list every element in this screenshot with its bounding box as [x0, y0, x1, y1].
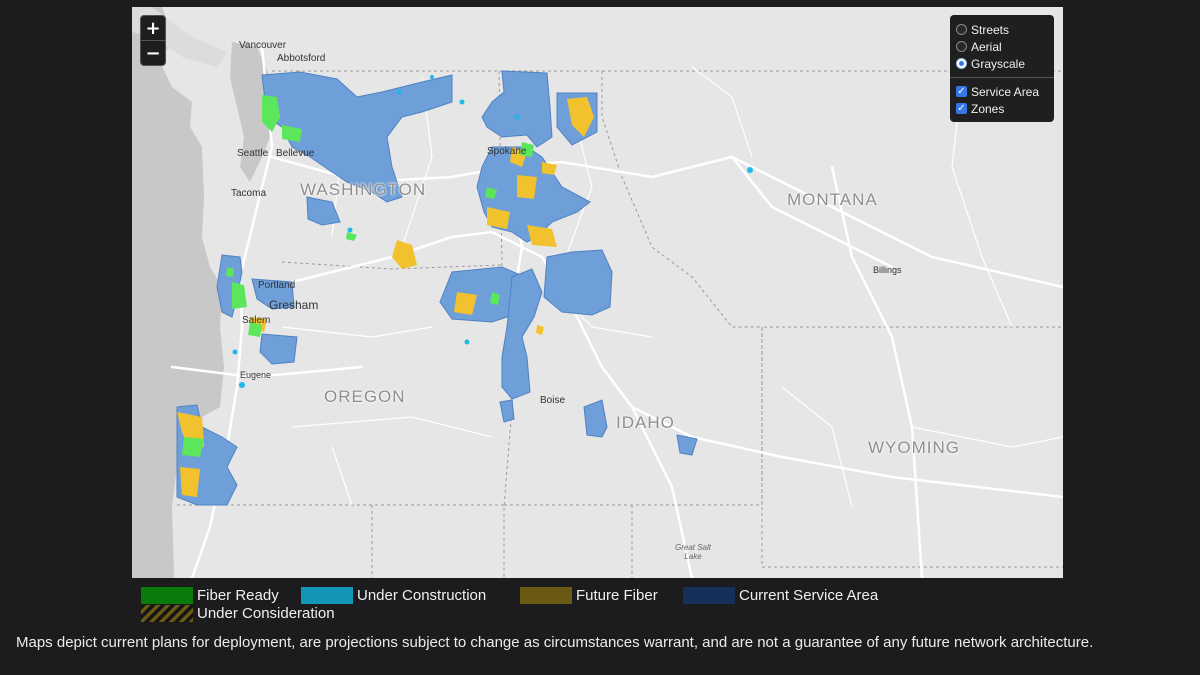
layer-aerial[interactable]: Aerial [956, 38, 1048, 55]
streets-radio-icon[interactable] [956, 24, 967, 35]
under-construction-swatch [301, 587, 353, 604]
label-oregon: OREGON [324, 387, 406, 406]
layer-divider [950, 77, 1054, 78]
zoom-in-button[interactable]: + [140, 15, 166, 41]
legend-label: Future Fiber [576, 587, 658, 604]
legend-fiber-ready: Fiber Ready [141, 587, 279, 604]
service-area-checkbox-icon[interactable]: ✓ [956, 86, 967, 97]
label-bellevue: Bellevue [276, 148, 315, 159]
label-idaho: IDAHO [616, 413, 675, 432]
fiber-ready-swatch [141, 587, 193, 604]
zoom-out-button[interactable]: − [140, 40, 166, 66]
label-billings: Billings [873, 265, 902, 275]
grayscale-radio-icon[interactable] [956, 58, 967, 69]
label-portland: Portland [258, 280, 296, 291]
map-canvas[interactable] [132, 7, 1063, 578]
legend-label: Under Consideration [197, 605, 335, 622]
legend-current-service-area: Current Service Area [683, 587, 878, 604]
label-great-salt-lake: Great Salt Lake [674, 543, 711, 561]
layer-label: Grayscale [971, 56, 1026, 71]
layer-label: Aerial [971, 39, 1002, 54]
legend-future-fiber: Future Fiber [520, 587, 658, 604]
label-gresham: Gresham [269, 298, 319, 312]
layer-control: Streets Aerial Grayscale ✓ Service Area … [950, 15, 1054, 122]
label-montana: MONTANA [787, 190, 878, 209]
label-boise: Boise [540, 395, 566, 406]
overlay-label: Service Area [971, 84, 1040, 99]
label-salem: Salem [242, 315, 271, 326]
aerial-radio-icon[interactable] [956, 41, 967, 52]
future-fiber-swatch [520, 587, 572, 604]
legend-under-construction: Under Construction [301, 587, 486, 604]
legend-under-consideration: Under Consideration [141, 605, 335, 622]
layer-label: Streets [971, 22, 1010, 37]
overlay-service-area[interactable]: ✓ Service Area [956, 83, 1048, 100]
under-consideration-swatch [141, 605, 193, 622]
map-view[interactable]: Vancouver Abbotsford Seattle Bellevue Ta… [132, 7, 1063, 578]
label-eugene: Eugene [240, 370, 272, 380]
current-service-area-swatch [683, 587, 735, 604]
legend-label: Fiber Ready [197, 587, 279, 604]
overlay-zones[interactable]: ✓ Zones [956, 100, 1048, 117]
legend-label: Under Construction [357, 587, 487, 604]
label-tacoma: Tacoma [231, 188, 267, 199]
label-seattle: Seattle [237, 148, 269, 159]
disclaimer-text: Maps depict current plans for deployment… [16, 634, 1094, 651]
label-wyoming: WYOMING [868, 438, 960, 457]
layer-grayscale[interactable]: Grayscale [956, 55, 1048, 72]
overlay-label: Zones [971, 101, 1005, 116]
label-washington: WASHINGTON [300, 180, 427, 199]
zones-checkbox-icon[interactable]: ✓ [956, 103, 967, 114]
layer-streets[interactable]: Streets [956, 21, 1048, 38]
label-abbotsford: Abbotsford [277, 53, 326, 64]
label-vancouver: Vancouver [239, 40, 287, 51]
label-spokane: Spokane [487, 146, 527, 157]
legend-label: Current Service Area [739, 587, 879, 604]
